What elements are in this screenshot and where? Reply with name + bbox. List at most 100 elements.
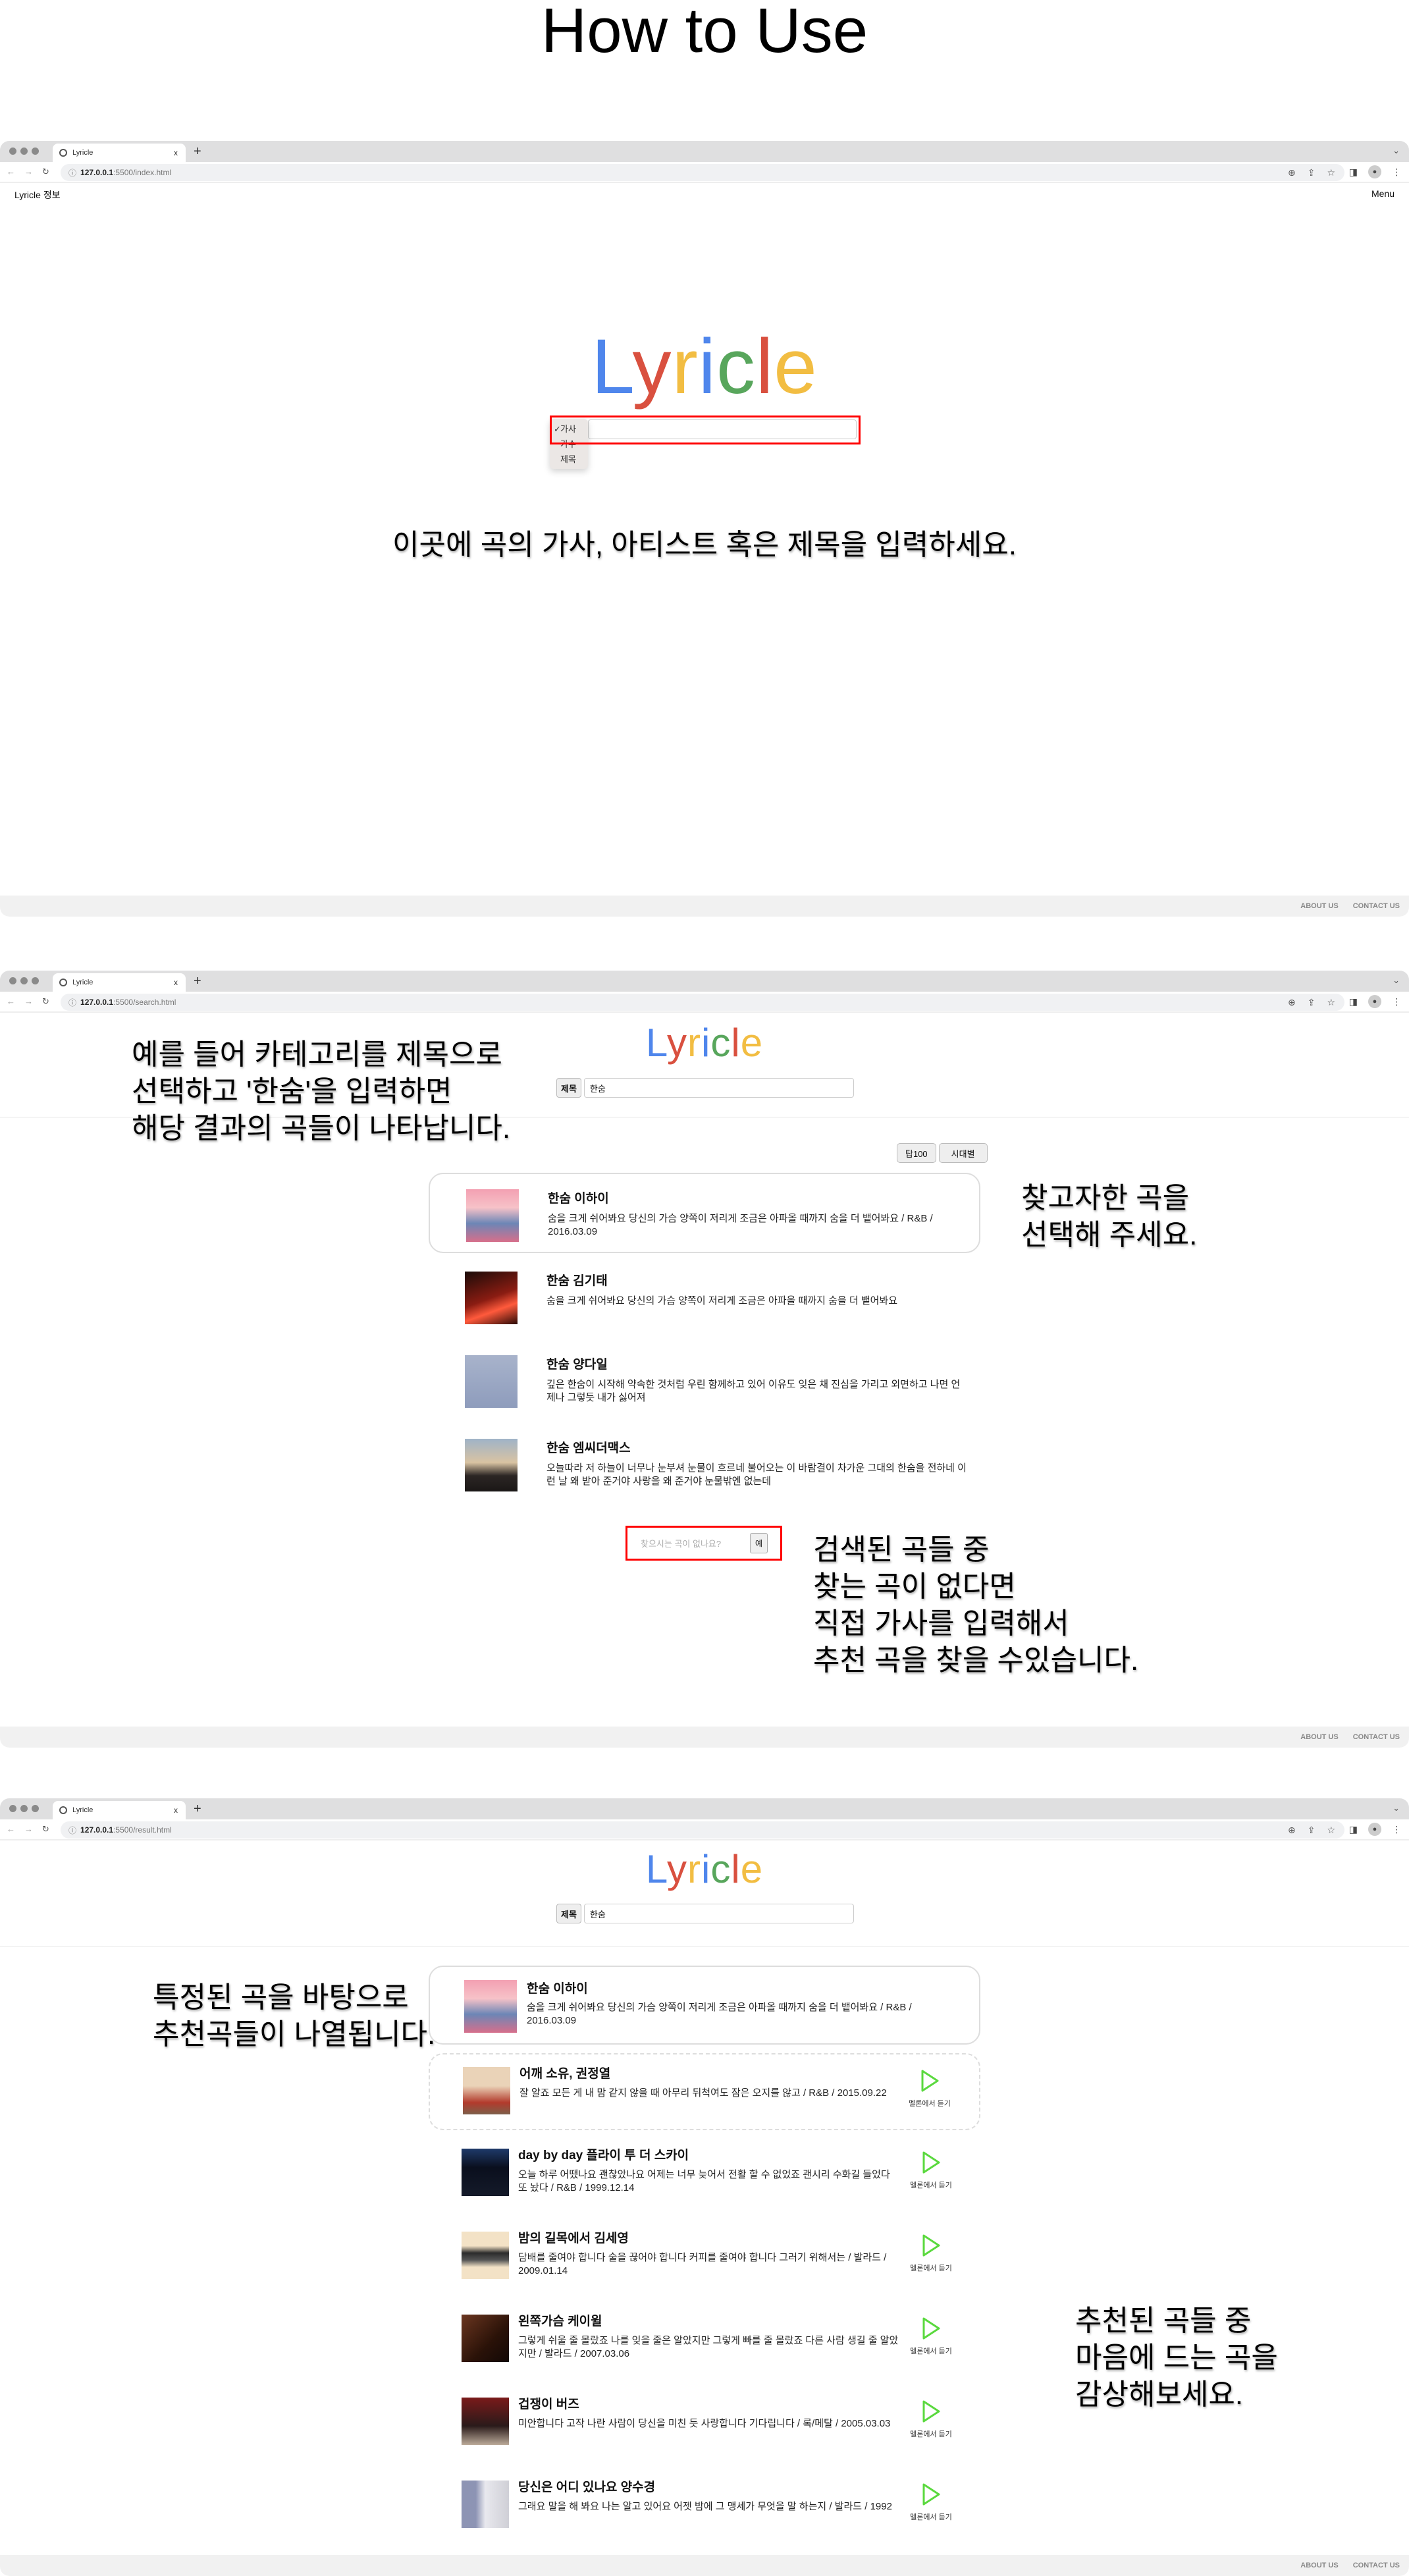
logo-letter: i (701, 1847, 711, 1891)
highlight-box (625, 1526, 782, 1561)
logo-letter: l (755, 323, 774, 410)
contact-us-link[interactable]: CONTACT US (1353, 902, 1400, 910)
category-select[interactable]: 제목 (556, 1078, 581, 1098)
category-select[interactable]: 제목 (556, 1904, 581, 1923)
song-desc: 숨을 크게 쉬어봐요 당신의 가슴 양쪽이 저리게 조금은 아파올 때까지 숨을… (548, 1213, 933, 1237)
tab-list-chevron-icon[interactable]: ⌄ (1393, 975, 1400, 986)
search-input[interactable]: 한숨 (583, 1078, 854, 1098)
song-title: 어깨 소유, 권정열 (519, 2067, 611, 2081)
search-input[interactable]: 한숨 (583, 1904, 854, 1923)
back-icon[interactable]: ← (7, 167, 15, 177)
tab-list-chevron-icon[interactable]: ⌄ (1393, 146, 1400, 156)
url-field[interactable]: ⓘ 127.0.0.1:5500/index.html ⊕ ⇪ ☆ (61, 164, 1344, 181)
recommended-song-item[interactable]: day by day 플라이 투 더 스카이 오늘 하루 어땠나요 괜찮았나요 어… (429, 2136, 980, 2213)
reload-icon[interactable]: ↻ (42, 1824, 49, 1835)
zoom-icon[interactable]: ⊕ (1288, 1825, 1296, 1836)
maximize-window-icon[interactable] (32, 148, 39, 155)
close-tab-icon[interactable]: x (174, 1806, 178, 1815)
kebab-icon[interactable]: ⋮ (1392, 996, 1401, 1007)
sidebar-icon[interactable]: ◨ (1349, 167, 1358, 178)
star-icon[interactable]: ☆ (1327, 997, 1335, 1008)
close-tab-icon[interactable]: x (174, 148, 178, 157)
new-tab-button[interactable]: + (194, 974, 201, 989)
new-tab-button[interactable]: + (194, 1802, 201, 1817)
sidebar-icon[interactable]: ◨ (1349, 996, 1358, 1007)
new-tab-button[interactable]: + (194, 144, 201, 159)
url-field[interactable]: ⓘ 127.0.0.1:5500/search.html ⊕ ⇪ ☆ (61, 994, 1344, 1011)
window-controls[interactable] (9, 977, 39, 984)
listen-on-melon-button[interactable]: 멜론에서 듣기 (908, 2317, 954, 2356)
listen-on-melon-button[interactable]: 멜론에서 듣기 (908, 2234, 954, 2273)
about-us-link[interactable]: ABOUT US (1300, 1733, 1338, 1741)
recommended-song-item[interactable]: 왼쪽가슴 케이윌 그렇게 쉬울 줄 몰랐죠 나를 잊을 줄은 알았지만 그렇게 빠… (429, 2302, 980, 2379)
zoom-icon[interactable]: ⊕ (1288, 997, 1296, 1008)
listen-on-melon-button[interactable]: 멜론에서 듣기 (908, 2151, 954, 2190)
listen-on-melon-button[interactable]: 멜론에서 듣기 (908, 2482, 954, 2522)
recommended-song-item[interactable]: 겁쟁이 버즈 미안합니다 고작 나란 사람이 당신을 미친 듯 사랑합니다 기다립… (429, 2385, 980, 2462)
back-icon[interactable]: ← (7, 996, 15, 1007)
forward-icon[interactable]: → (24, 996, 33, 1007)
sidebar-icon[interactable]: ◨ (1349, 1824, 1358, 1835)
close-window-icon[interactable] (9, 977, 16, 984)
url-field[interactable]: ⓘ 127.0.0.1:5500/result.html ⊕ ⇪ ☆ (61, 1821, 1344, 1838)
play-icon (921, 2070, 939, 2092)
recommended-song-item[interactable]: 당신은 어디 있나요 양수경 그래요 말을 해 봐요 나는 알고 있어요 어젯 밤… (429, 2468, 980, 2545)
search-result-item[interactable]: 한숨 양다일 깊은 한숨이 시작해 약속한 것처럼 우린 함께하고 있어 이유도 … (429, 1340, 980, 1420)
window-controls[interactable] (9, 148, 39, 155)
browser-tab[interactable]: Lyricle x (53, 144, 186, 162)
contact-us-link[interactable]: CONTACT US (1353, 2562, 1400, 2569)
profile-icon[interactable]: ● (1368, 995, 1381, 1008)
back-icon[interactable]: ← (7, 1824, 15, 1835)
share-icon[interactable]: ⇪ (1308, 167, 1316, 178)
search-bar: 제목 한숨 (556, 1904, 854, 1923)
nav-lyricle-info[interactable]: Lyricle 정보 (14, 188, 61, 201)
maximize-window-icon[interactable] (32, 1805, 39, 1812)
profile-icon[interactable]: ● (1368, 1823, 1381, 1836)
about-us-link[interactable]: ABOUT US (1300, 2562, 1338, 2569)
top100-button[interactable]: 탑100 (897, 1143, 936, 1163)
recommended-song-item[interactable]: 밤의 길목에서 김세영 담배를 줄여야 합니다 술을 끊어야 합니다 커피를 줄여… (429, 2219, 980, 2296)
footer: ABOUT US CONTACT US (0, 2555, 1409, 2576)
address-bar-row: ← → ↻ ⓘ 127.0.0.1:5500/search.html ⊕ ⇪ ☆ ◨ ● ⋮ (0, 992, 1409, 1013)
share-icon[interactable]: ⇪ (1308, 997, 1316, 1008)
forward-icon[interactable]: → (24, 1824, 33, 1835)
reload-icon[interactable]: ↻ (42, 996, 49, 1007)
era-button[interactable]: 시대별 (938, 1143, 988, 1163)
listen-on-melon-button[interactable]: 멜론에서 듣기 (907, 2069, 953, 2108)
search-result-item[interactable]: 한숨 엠씨더맥스 오늘따라 저 하늘이 너무나 눈부셔 눈물이 흐르네 불어오는 … (429, 1424, 980, 1504)
selected-song-card[interactable]: 한숨 이하이 숨을 크게 쉬어봐요 당신의 가슴 양쪽이 저리게 조금은 아파올… (429, 1966, 980, 2045)
album-art (466, 1189, 519, 1242)
annotation-recommend-list: 특정된 곡을 바탕으로 추천곡들이 나열됩니다. (153, 1981, 436, 2051)
contact-us-link[interactable]: CONTACT US (1353, 1733, 1400, 1741)
song-title: 한숨 양다일 (546, 1358, 608, 1372)
browser-tab[interactable]: Lyricle x (53, 1801, 186, 1819)
recommended-song-item[interactable]: 어깨 소유, 권정열 잘 알죠 모든 게 내 맘 같지 않을 때 아무리 뒤척여도… (429, 2053, 980, 2130)
zoom-icon[interactable]: ⊕ (1288, 167, 1296, 178)
search-result-item[interactable]: 한숨 김기태 숨을 크게 쉬어봐요 당신의 가슴 양쪽이 저리게 조금은 아파올 … (429, 1256, 980, 1337)
logo: Lyricle (0, 1846, 1409, 1892)
star-icon[interactable]: ☆ (1327, 1825, 1335, 1836)
maximize-window-icon[interactable] (32, 977, 39, 984)
kebab-icon[interactable]: ⋮ (1392, 1824, 1401, 1835)
dropdown-option[interactable]: 제목 (554, 452, 588, 467)
browser-tab[interactable]: Lyricle x (53, 973, 186, 992)
annotation-select-song: 찾고자한 곡을 선택해 주세요. (1021, 1182, 1198, 1251)
nav-menu[interactable]: Menu (1371, 188, 1395, 201)
window-controls[interactable] (9, 1805, 39, 1812)
forward-icon[interactable]: → (24, 167, 33, 177)
close-window-icon[interactable] (9, 148, 16, 155)
star-icon[interactable]: ☆ (1327, 167, 1335, 178)
search-result-item[interactable]: 한숨 이하이 숨을 크게 쉬어봐요 당신의 가슴 양쪽이 저리게 조금은 아파올 … (429, 1173, 980, 1253)
share-icon[interactable]: ⇪ (1308, 1825, 1316, 1836)
minimize-window-icon[interactable] (20, 1805, 28, 1812)
minimize-window-icon[interactable] (20, 148, 28, 155)
reload-icon[interactable]: ↻ (42, 167, 49, 177)
tab-list-chevron-icon[interactable]: ⌄ (1393, 1803, 1400, 1813)
close-tab-icon[interactable]: x (174, 978, 178, 987)
kebab-icon[interactable]: ⋮ (1392, 167, 1401, 178)
minimize-window-icon[interactable] (20, 977, 28, 984)
close-window-icon[interactable] (9, 1805, 16, 1812)
profile-icon[interactable]: ● (1368, 165, 1381, 178)
about-us-link[interactable]: ABOUT US (1300, 902, 1338, 910)
listen-on-melon-button[interactable]: 멜론에서 듣기 (908, 2400, 954, 2439)
